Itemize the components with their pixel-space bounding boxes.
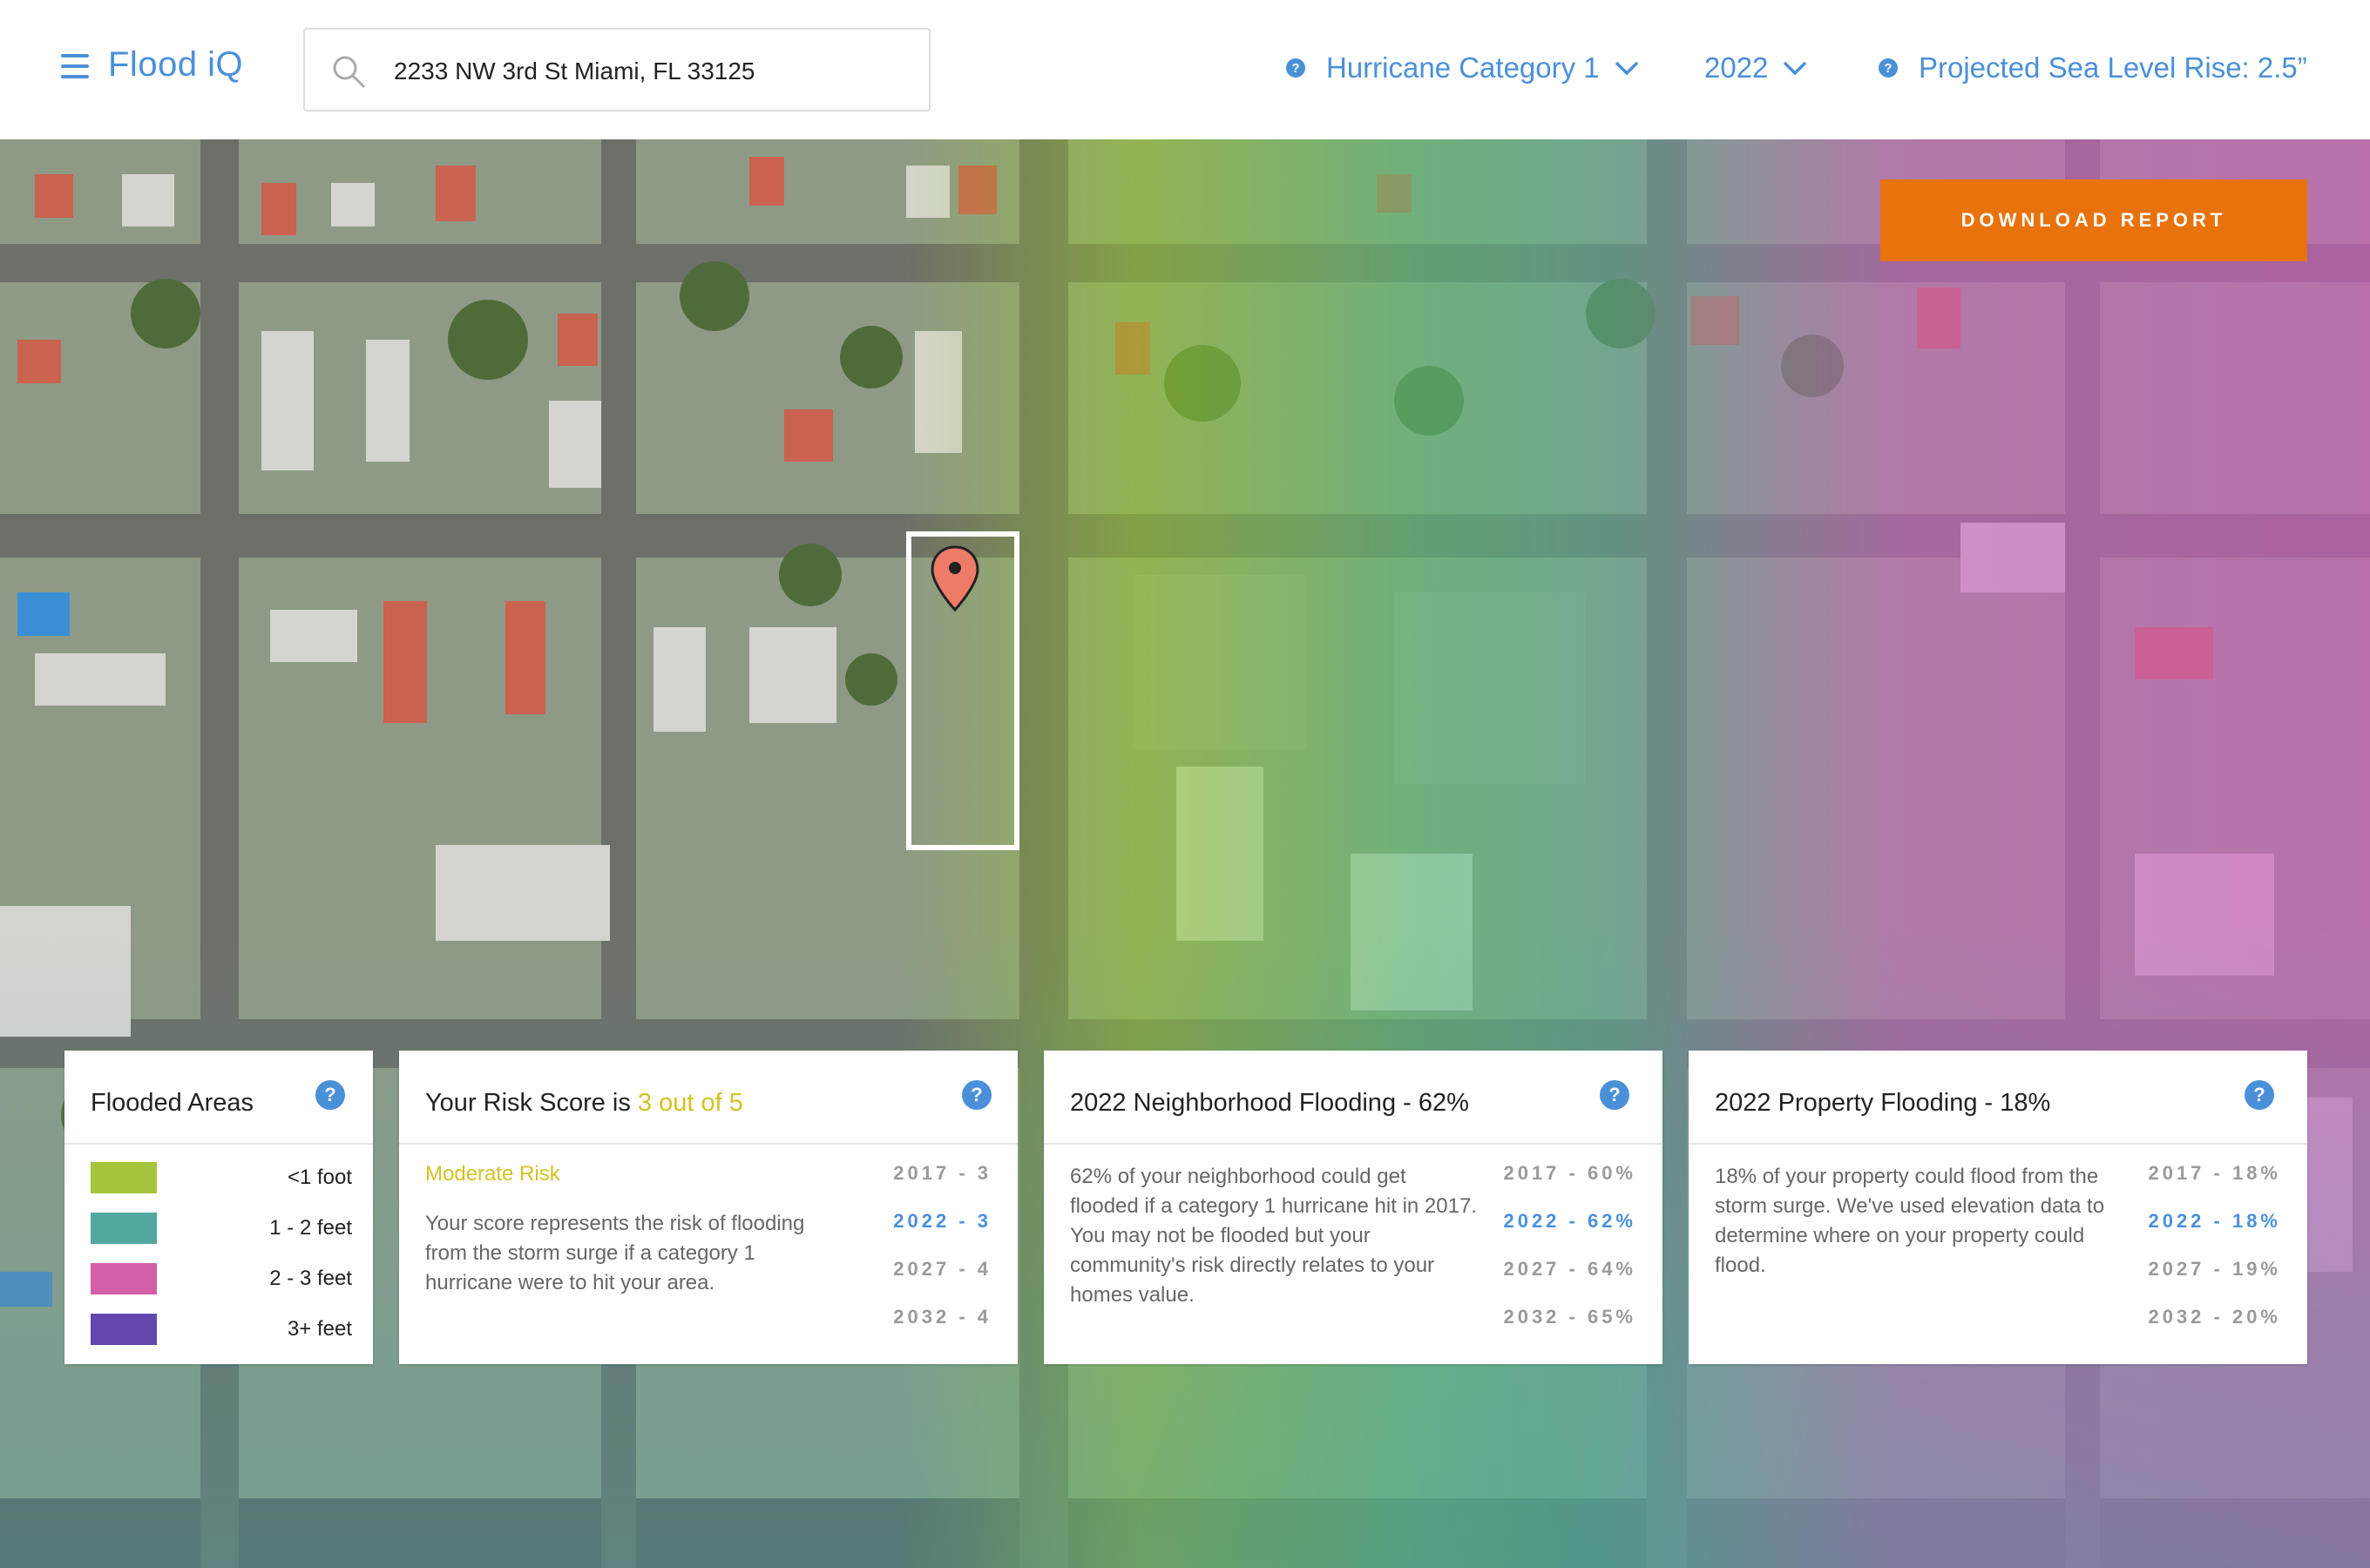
year-value[interactable]: 2017 - 18% <box>2148 1162 2281 1210</box>
legend-swatch <box>91 1314 157 1345</box>
location-pin-icon[interactable] <box>929 545 981 615</box>
legend-help-icon[interactable]: ? <box>315 1080 345 1110</box>
risk-help-icon[interactable]: ? <box>962 1080 992 1110</box>
year-value[interactable]: 2027 - 19% <box>2148 1258 2281 1306</box>
year-value[interactable]: 2017 - 60% <box>1503 1162 1636 1210</box>
hurricane-category-dropdown[interactable]: ? Hurricane Category 1 <box>1286 45 1640 91</box>
property-description: 18% of your property could flood from th… <box>1715 1165 2105 1277</box>
neighborhood-description: 62% of your neighborhood could get flood… <box>1070 1165 1477 1307</box>
sea-level-rise: ? Projected Sea Level Rise: 2.5” <box>1879 45 2307 91</box>
legend-item: <1 foot <box>91 1162 352 1197</box>
legend-title: Flooded Areas <box>91 1089 254 1117</box>
legend-label: 2 - 3 feet <box>269 1267 352 1290</box>
year-value-selected[interactable]: 2022 - 3 <box>893 1210 992 1258</box>
risk-year-list: 2017 - 3 2022 - 3 2027 - 4 2032 - 4 <box>893 1162 992 1354</box>
risk-description: Your score represents the risk of floodi… <box>425 1212 805 1294</box>
search-input[interactable] <box>394 52 899 91</box>
chevron-down-icon <box>1615 61 1638 76</box>
year-dropdown[interactable]: 2022 <box>1704 45 1808 91</box>
legend-label: 1 - 2 feet <box>269 1216 352 1240</box>
address-search[interactable] <box>303 28 931 112</box>
help-icon[interactable]: ? <box>1879 58 1898 78</box>
chevron-down-icon <box>1784 61 1807 76</box>
year-value[interactable]: 2017 - 3 <box>893 1162 992 1210</box>
risk-level-label: Moderate Risk <box>425 1162 560 1186</box>
risk-score-value: 3 out of 5 <box>637 1089 743 1117</box>
legend-card: Flooded Areas ? <1 foot 1 - 2 feet 2 - 3… <box>64 1051 373 1364</box>
app-logo[interactable]: Flood iQ <box>108 45 243 84</box>
year-value[interactable]: 2032 - 20% <box>2148 1306 2281 1354</box>
sea-level-label: Projected Sea Level Rise: 2.5” <box>1919 51 2307 84</box>
neighborhood-help-icon[interactable]: ? <box>1600 1080 1629 1110</box>
property-title: 2022 Property Flooding - 18% <box>1715 1089 2051 1117</box>
risk-title-prefix: Your Risk Score is <box>425 1089 631 1117</box>
neighborhood-year-list: 2017 - 60% 2022 - 62% 2027 - 64% 2032 - … <box>1503 1162 1636 1354</box>
legend-label: <1 foot <box>287 1166 352 1189</box>
neighborhood-flooding-card: 2022 Neighborhood Flooding - 62% ? 62% o… <box>1044 1051 1662 1364</box>
property-help-icon[interactable]: ? <box>2245 1080 2274 1110</box>
risk-score-card: Your Risk Score is 3 out of 5 ? Moderate… <box>399 1051 1018 1364</box>
risk-score-title: Your Risk Score is 3 out of 5 <box>425 1089 743 1118</box>
help-icon[interactable]: ? <box>1286 58 1305 78</box>
search-icon <box>333 56 365 88</box>
year-value-selected[interactable]: 2022 - 18% <box>2148 1210 2281 1258</box>
top-bar: Flood iQ ? Hurricane Category 1 2022 ? P… <box>0 0 2370 139</box>
year-value[interactable]: 2032 - 4 <box>893 1306 992 1354</box>
legend-item: 1 - 2 feet <box>91 1213 352 1247</box>
download-report-button[interactable]: DOWNLOAD REPORT <box>1880 179 2307 261</box>
neighborhood-title: 2022 Neighborhood Flooding - 62% <box>1070 1089 1469 1117</box>
year-value[interactable]: 2032 - 65% <box>1503 1306 1636 1354</box>
year-value[interactable]: 2027 - 4 <box>893 1258 992 1306</box>
property-flooding-card: 2022 Property Flooding - 18% ? 18% of yo… <box>1689 1051 2307 1364</box>
year-value-selected[interactable]: 2022 - 62% <box>1503 1210 1636 1258</box>
legend-swatch <box>91 1162 157 1193</box>
year-label: 2022 <box>1704 51 1769 84</box>
legend-item: 2 - 3 feet <box>91 1263 352 1298</box>
legend-swatch <box>91 1263 157 1294</box>
legend-label: 3+ feet <box>287 1317 352 1341</box>
legend-item: 3+ feet <box>91 1314 352 1348</box>
hurricane-category-label: Hurricane Category 1 <box>1326 51 1600 84</box>
hamburger-menu-icon[interactable] <box>61 54 89 78</box>
year-value[interactable]: 2027 - 64% <box>1503 1258 1636 1306</box>
legend-swatch <box>91 1213 157 1244</box>
property-year-list: 2017 - 18% 2022 - 18% 2027 - 19% 2032 - … <box>2148 1162 2281 1354</box>
